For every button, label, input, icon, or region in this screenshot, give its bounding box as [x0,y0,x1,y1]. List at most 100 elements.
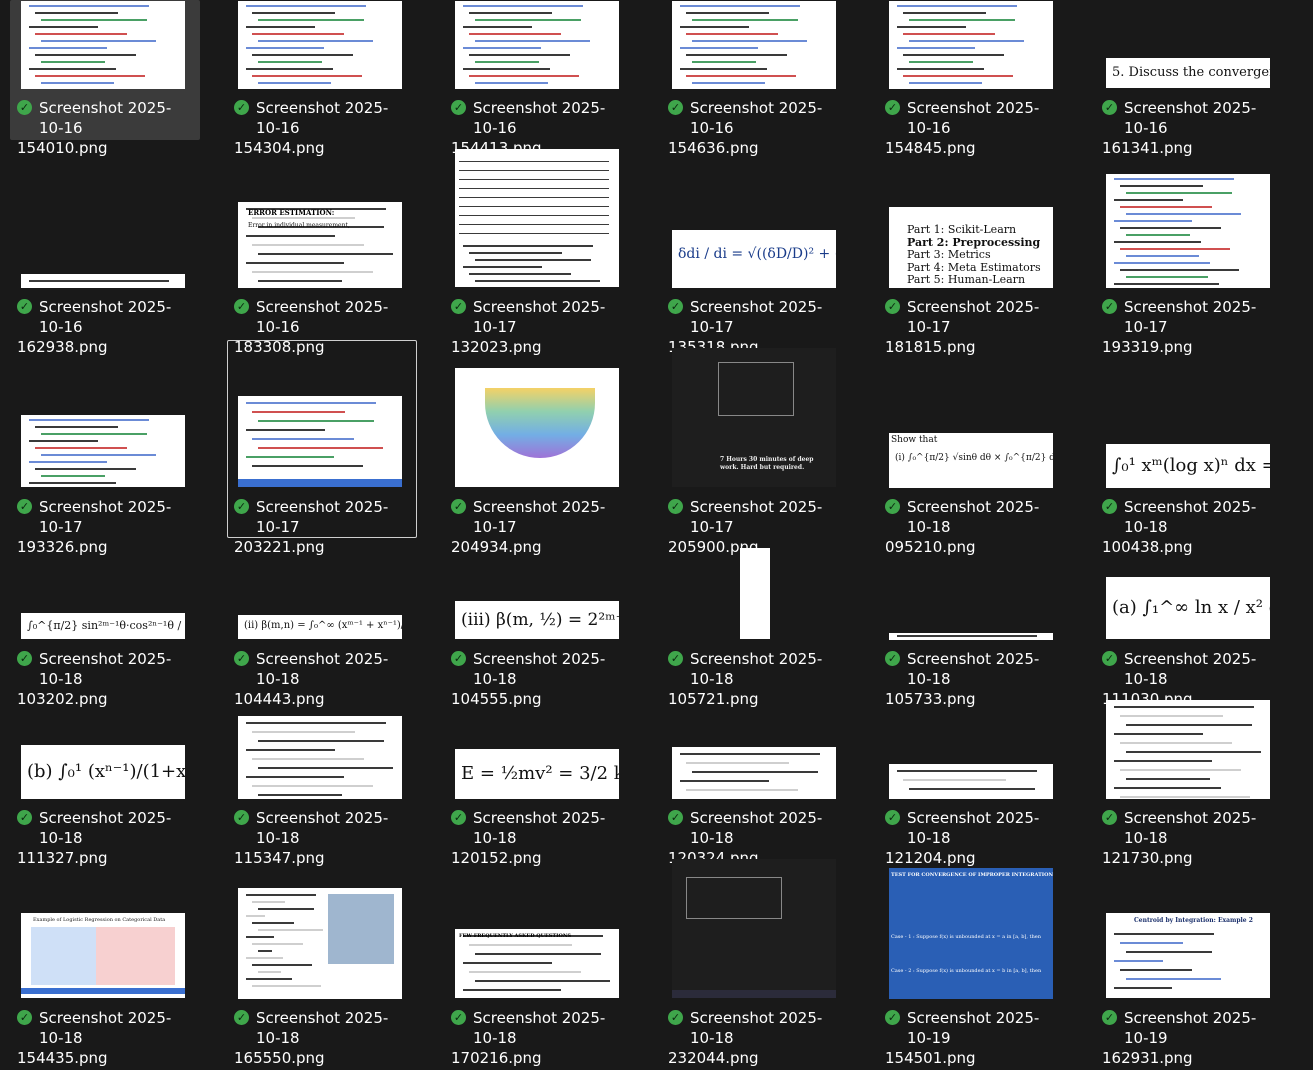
file-name-line-1: Screenshot 2025-10-16 [473,99,606,137]
file-item[interactable]: ✓ Screenshot 2025-10-18 121730.png [1095,690,1285,867]
file-item[interactable]: Part 1: Scikit-Learn Part 2: Preprocessin… [878,150,1068,356]
table-gridline [459,233,609,234]
file-item[interactable]: 5. Discuss the convergence of ∫₀¹ log(Γx… [1095,0,1285,157]
file-item[interactable]: ✓ Screenshot 2025-10-18 165550.png [227,858,417,1067]
file-name-line-2: 193326.png [17,538,108,556]
thumb-text: Centroid by Integration: Example 2 [1134,917,1253,924]
thumb-line [246,978,292,980]
file-item[interactable]: Show that (i) ∫₀^{π/2} √sinθ dθ × ∫₀^{π/2… [878,340,1068,556]
thumb-line [469,971,581,973]
sync-status-check-icon: ✓ [885,810,900,825]
thumb-line [903,54,1004,56]
file-item[interactable]: ✓ Screenshot 2025-10-18 232044.png [661,858,851,1067]
file-item[interactable]: (b) ∫₀¹ (xⁿ⁻¹)/(1+x) dx ✓ Screenshot 2025-… [10,690,200,867]
file-item[interactable]: ✓ Screenshot 2025-10-16 154413.png [444,0,634,157]
thumb-line [909,61,973,63]
sync-status-check-icon: ✓ [1102,810,1117,825]
thumb-line [1120,969,1192,971]
file-name-line-2: 162931.png [1102,1049,1193,1067]
thumb-line [463,47,541,49]
thumbnail-image: ∫₀^{π/2} sin²ᵐ⁻¹θ·cos²ⁿ⁻¹θ / (a sin²θ + … [21,613,185,639]
thumb-line [1120,206,1212,208]
file-item[interactable]: ✓ Screenshot 2025-10-17 193326.png [10,340,200,556]
thumb-line [1114,178,1234,180]
file-item[interactable]: (iii) β(m, ½) = 2²ᵐ⁻¹β(m,m) ✓ Screenshot 2… [444,555,634,708]
file-item[interactable]: Centroid by Integration: Example 2 ✓ Scree… [1095,858,1285,1067]
file-item[interactable]: (a) ∫₁^∞ ln x / x² dx ✓ Screenshot 2025-10… [1095,555,1285,708]
file-item[interactable]: FEW FREQUENTLY ASKED QUESTIONS ✓ Screensho… [444,858,634,1067]
thumb-line [903,75,1013,77]
file-item[interactable]: ✓ Screenshot 2025-10-17 132023.png [444,149,634,356]
thumb-line [29,5,149,7]
file-item[interactable]: ✓ Screenshot 2025-10-18 105721.png [661,548,851,708]
file-item[interactable]: ✓ Screenshot 2025-10-17 203221.png [227,340,417,556]
file-item[interactable]: ∫₀^{π/2} sin²ᵐ⁻¹θ·cos²ⁿ⁻¹θ / (a sin²θ + … [10,555,200,708]
thumb-line [475,19,581,21]
sync-status-check-icon: ✓ [17,651,32,666]
file-name-label: ✓ Screenshot 2025-10-18 165550.png [234,1008,412,1068]
file-item[interactable]: E = ½mv² = 3/2 k_BT ✓ Screenshot 2025-10-1… [444,690,634,867]
file-item[interactable]: δdi / di = √((δD/D)² + (δxn/Xn)²) ✓ Screen… [661,150,851,356]
thumb-line [1120,942,1183,944]
file-item[interactable]: ✓ Screenshot 2025-10-17 204934.png [444,340,634,556]
file-name-line-2: 095210.png [885,538,976,556]
thumb-text: Error in individual measurement, [248,222,350,229]
thumb-line [1126,751,1261,753]
file-item[interactable]: Example of Logistic Regression on Catego… [10,858,200,1067]
thumb-text: Part 5: Human-Learn [907,273,1026,286]
sync-status-check-icon: ✓ [451,1010,466,1025]
file-item[interactable]: ✓ Screenshot 2025-10-17 193319.png [1095,150,1285,356]
thumb-line [35,468,136,470]
thumb-line [475,259,591,261]
file-item[interactable]: ✓ Screenshot 2025-10-16 154636.png [661,0,851,157]
thumbnail-image: Show that (i) ∫₀^{π/2} √sinθ dθ × ∫₀^{π/2… [889,433,1053,488]
sync-status-check-icon: ✓ [885,499,900,514]
thumb-line [252,33,344,35]
thumb-line [1120,248,1230,250]
file-name-line-1: Screenshot 2025-10-18 [907,809,1040,847]
thumb-line [463,989,561,991]
thumbnail-image [21,1,185,89]
file-item[interactable]: ERROR ESTIMATION: Error in individual mea… [227,150,417,356]
thumb-line [463,5,583,7]
thumb-line [686,33,778,35]
file-name-line-1: Screenshot 2025-10-18 [1124,650,1257,688]
thumbnail-image [455,1,619,89]
chart-area [31,927,175,985]
thumbnail-image [21,415,185,487]
file-item[interactable]: 7 Hours 30 minutes of deep work. Hard but… [661,340,851,556]
file-name-line-1: Screenshot 2025-10-16 [39,99,172,137]
file-item[interactable]: TEST FOR CONVERGENCE OF IMPROPER INTEGRA… [878,858,1068,1067]
file-item[interactable]: ✓ Screenshot 2025-10-16 162938.png [10,150,200,356]
file-name-label: ✓ Screenshot 2025-10-16 154636.png [668,98,846,158]
thumb-line [1114,987,1172,989]
file-item[interactable]: ✓ Screenshot 2025-10-16 154845.png [878,0,1068,157]
thumbnail-image [672,747,836,799]
thumb-line [258,929,323,931]
thumbnail-image: (a) ∫₁^∞ ln x / x² dx [1106,577,1270,639]
thumb-line [246,5,366,7]
file-item[interactable]: (ii) β(m,n) = ∫₀^∞ (xᵐ⁻¹ + xⁿ⁻¹)/(1+x)ᵐ⁺… [227,555,417,708]
thumb-line [475,980,610,982]
sync-status-check-icon: ✓ [451,810,466,825]
file-name-line-1: Screenshot 2025-10-18 [256,809,389,847]
file-item[interactable]: ✓ Screenshot 2025-10-16 154304.png [227,0,417,157]
file-name-line-2: 170216.png [451,1049,542,1067]
thumb-text: 7 Hours 30 minutes of deep [720,456,814,463]
sync-status-check-icon: ✓ [885,1010,900,1025]
thumbnail-image [889,633,1053,640]
thumbnail-image [889,764,1053,799]
thumb-line [258,908,314,910]
thumb-line [692,19,798,21]
file-item[interactable]: ✓ Screenshot 2025-10-18 105733.png [878,555,1068,708]
file-name-line-1: Screenshot 2025-10-18 [1124,498,1257,536]
table-gridline [459,215,609,216]
file-item[interactable]: ✓ Screenshot 2025-10-18 115347.png [227,690,417,867]
file-item[interactable]: ✓ Screenshot 2025-10-18 120324.png [661,690,851,867]
file-item[interactable]: ✓ Screenshot 2025-10-16 154010.png [10,0,200,157]
thumbnail-image [238,396,402,487]
file-item[interactable]: ✓ Screenshot 2025-10-18 121204.png [878,690,1068,867]
thumb-line [252,758,364,760]
table-gridline [459,179,609,180]
file-item[interactable]: ∫₀¹ xᵐ(log x)ⁿ dx = (−1)ⁿ n!/(m+1)ⁿ⁺¹ ✓ Sc… [1095,340,1285,556]
